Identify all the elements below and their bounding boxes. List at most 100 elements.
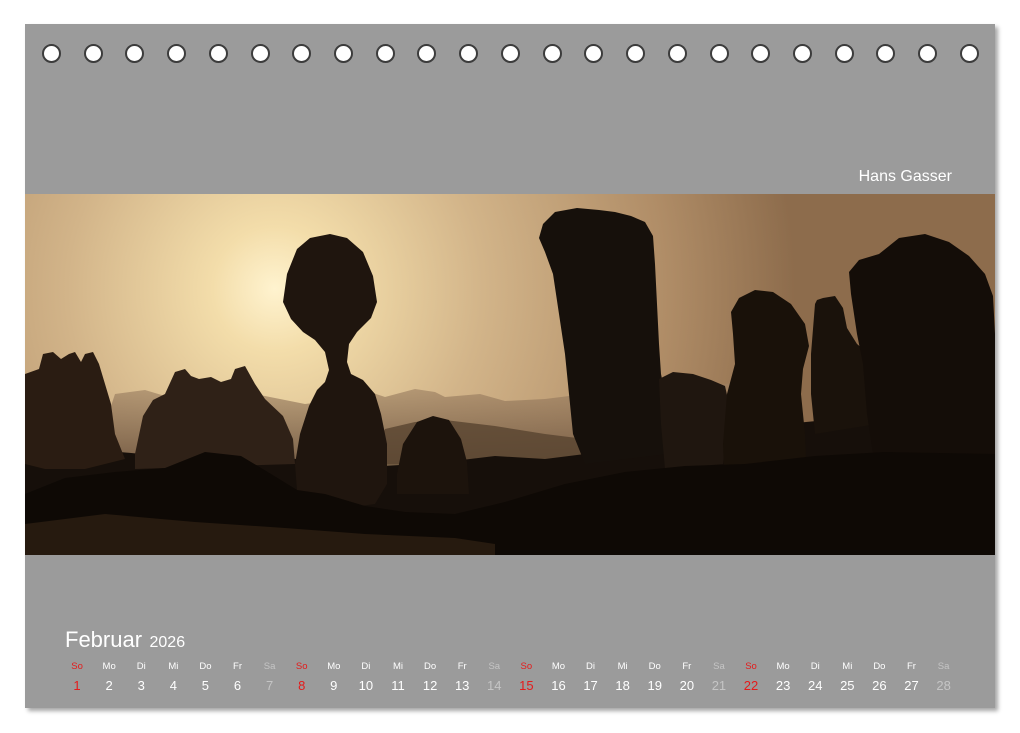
day-cell: Mo 23 — [767, 660, 799, 693]
day-of-week: Di — [136, 661, 146, 672]
day-of-week: Fr — [907, 661, 916, 672]
binding-hole — [918, 44, 938, 63]
binding-hole — [751, 44, 771, 63]
day-of-week: Mi — [842, 661, 853, 672]
day-of-week: Mi — [617, 661, 628, 672]
day-cell: Di 10 — [350, 660, 382, 693]
day-number: 25 — [840, 678, 855, 693]
day-cell: Mi 11 — [382, 660, 414, 693]
binding-hole — [500, 44, 520, 63]
month-title: Februar 2026 — [65, 627, 185, 653]
day-number: 12 — [422, 678, 438, 693]
calendar-page: Hans Gasser Februar 2026 So 1 Mo 2 Di 3 … — [25, 24, 995, 708]
day-of-week: Fr — [233, 661, 242, 672]
day-of-week: Fr — [457, 661, 467, 672]
author-credit: Hans Gasser — [858, 168, 952, 185]
day-cell: So 8 — [286, 660, 318, 693]
binding-hole — [584, 44, 604, 63]
day-grid: So 1 Mo 2 Di 3 Mi 4 Do 5 Fr 6 Sa 7 So 8 Mo 9 Di 10 Mi 11 Do 12 F… — [61, 660, 960, 693]
day-of-week: Di — [810, 661, 820, 672]
day-of-week: Mo — [776, 661, 790, 672]
day-of-week: Do — [424, 661, 437, 672]
day-cell: Di 3 — [125, 660, 157, 693]
binding-hole — [83, 44, 103, 63]
day-of-week: Di — [361, 661, 371, 672]
day-number: 19 — [647, 678, 662, 693]
day-of-week: Mo — [327, 661, 341, 672]
day-cell: Do 26 — [863, 660, 895, 693]
day-number: 18 — [615, 678, 630, 693]
day-of-week: Mo — [551, 661, 566, 672]
day-of-week: Mo — [102, 661, 116, 672]
day-of-week: Di — [586, 661, 596, 672]
day-number: 28 — [936, 678, 951, 693]
binding-hole — [959, 44, 979, 63]
day-cell: Sa 21 — [703, 660, 735, 693]
binding-hole — [667, 44, 687, 63]
day-cell: Sa 14 — [478, 660, 510, 693]
day-of-week: Do — [199, 661, 212, 672]
binding-hole — [167, 44, 187, 63]
day-cell: Mi 4 — [157, 660, 189, 693]
day-number: 7 — [265, 678, 274, 693]
day-of-week: Mi — [168, 661, 179, 672]
day-of-week: Sa — [937, 661, 950, 672]
day-number: 3 — [137, 678, 145, 693]
day-cell: So 1 — [61, 660, 93, 693]
day-number: 11 — [391, 678, 405, 693]
day-of-week: Do — [873, 661, 886, 672]
day-cell: Fr 13 — [446, 660, 478, 693]
binding-hole — [876, 44, 896, 63]
day-number: 24 — [807, 678, 823, 693]
day-cell: So 15 — [510, 660, 542, 693]
day-cell: Di 17 — [575, 660, 607, 693]
day-of-week: So — [745, 661, 757, 672]
binding-hole — [208, 44, 228, 63]
binding-hole — [125, 44, 145, 63]
binding-hole — [792, 44, 812, 63]
day-cell: Do 12 — [414, 660, 446, 693]
day-of-week: So — [295, 661, 308, 672]
binding-hole — [334, 44, 354, 63]
binding-holes — [42, 44, 979, 64]
day-cell: Do 19 — [639, 660, 671, 693]
month-name: Februar — [65, 627, 143, 652]
day-number: 1 — [73, 678, 81, 693]
day-cell: Mi 18 — [607, 660, 639, 693]
day-cell: Di 24 — [799, 660, 831, 693]
binding-hole — [292, 44, 312, 63]
binding-hole — [834, 44, 854, 63]
day-cell: Fr 6 — [221, 660, 253, 693]
binding-hole — [42, 44, 61, 63]
day-number: 13 — [454, 678, 470, 693]
day-cell: Sa 7 — [254, 660, 286, 693]
day-number: 5 — [201, 678, 210, 693]
day-of-week: Sa — [713, 661, 725, 672]
day-number: 8 — [298, 678, 306, 693]
binding-hole — [250, 44, 270, 63]
day-cell: Sa 28 — [928, 660, 960, 693]
day-number: 17 — [583, 678, 598, 693]
day-number: 4 — [169, 678, 177, 693]
day-number: 27 — [904, 678, 919, 693]
day-of-week: Sa — [488, 661, 501, 672]
binding-hole — [542, 44, 562, 63]
day-cell: Fr 27 — [895, 660, 927, 693]
day-of-week: Fr — [682, 661, 692, 672]
day-of-week: Sa — [263, 661, 276, 672]
day-cell: Mo 2 — [93, 660, 125, 693]
month-year: 2026 — [149, 634, 186, 651]
day-number: 10 — [358, 678, 374, 693]
day-of-week: Do — [648, 661, 661, 672]
day-number: 22 — [743, 678, 759, 693]
day-cell: Do 5 — [189, 660, 221, 693]
day-number: 16 — [551, 678, 566, 693]
binding-hole — [417, 44, 437, 63]
binding-hole — [626, 44, 646, 63]
day-of-week: Mi — [392, 661, 403, 672]
day-cell: Mo 16 — [542, 660, 574, 693]
binding-hole — [709, 44, 729, 63]
day-cell: Mi 25 — [831, 660, 863, 693]
day-number: 9 — [330, 678, 338, 693]
day-number: 14 — [487, 678, 502, 693]
